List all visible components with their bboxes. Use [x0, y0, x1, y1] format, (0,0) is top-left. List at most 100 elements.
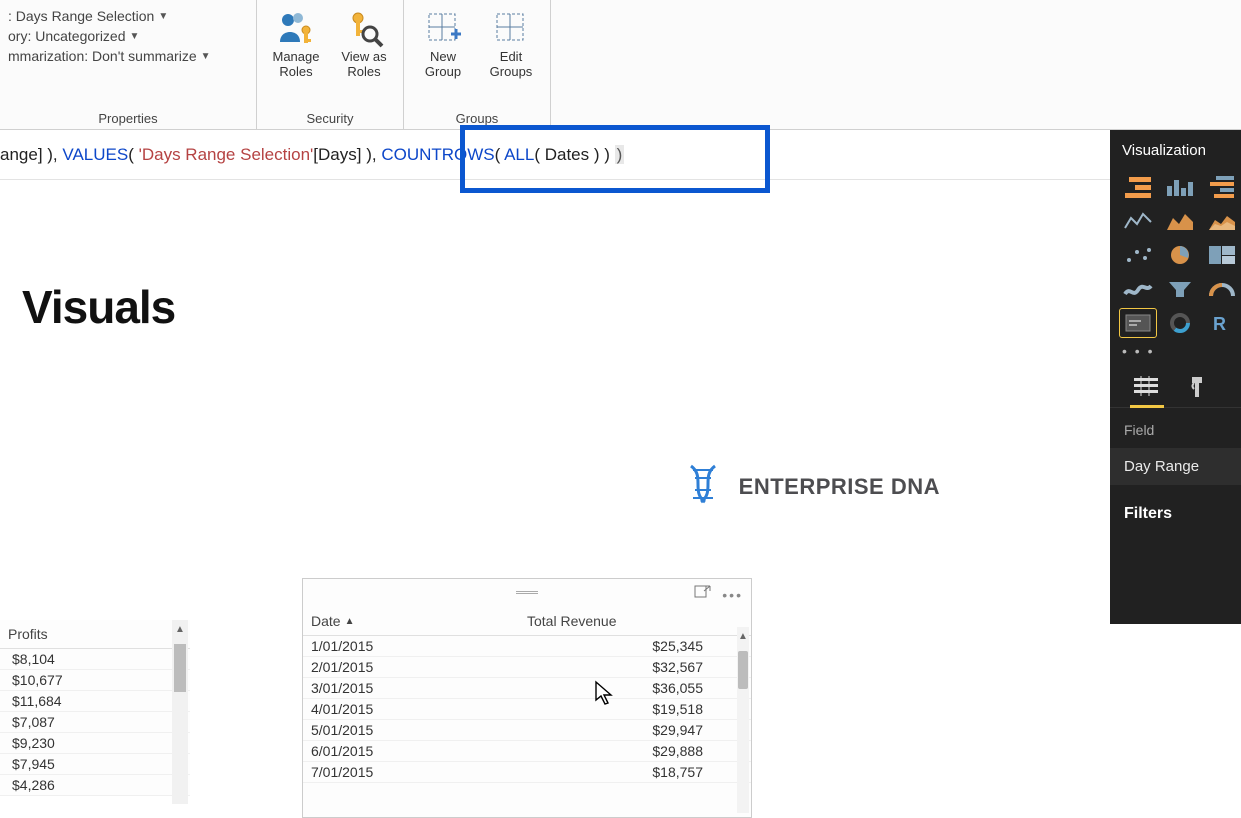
formula-text: ( Dates ) ) [534, 145, 614, 164]
cell: 2/01/2015 [311, 659, 507, 675]
page-title: Visuals [22, 280, 175, 334]
group-label-groups: Groups [456, 111, 499, 130]
formula-keyword: COUNTROWS [381, 145, 494, 164]
treemap-icon[interactable] [1204, 241, 1240, 269]
summarization-dropdown[interactable]: mmarization: Don't summarize ▼ [8, 48, 238, 64]
formula-text: [Days] ), [313, 145, 381, 164]
new-group-button[interactable]: New Group [412, 4, 474, 80]
column-header-profits[interactable]: Profits [8, 626, 182, 642]
category-dropdown[interactable]: ory: Uncategorized ▼ [8, 28, 238, 44]
chevron-down-icon: ▼ [158, 11, 168, 22]
formula-text: ( [495, 145, 504, 164]
view-as-roles-label: View as Roles [341, 50, 386, 80]
fields-tab[interactable] [1132, 375, 1162, 401]
stacked-area-icon[interactable] [1204, 207, 1240, 235]
table-row[interactable]: $4,286 [0, 775, 190, 796]
dna-icon [679, 460, 727, 513]
sort-asc-icon: ▲ [345, 616, 355, 627]
revenue-table[interactable]: ••• Date ▲ Total Revenue 1/01/2015$25,34… [302, 578, 752, 818]
card-icon[interactable] [1120, 309, 1156, 337]
focus-mode-icon[interactable] [694, 585, 712, 604]
table-row[interactable]: $10,677 [0, 670, 190, 691]
r-visual-icon[interactable]: R [1204, 309, 1240, 337]
field-section-label: Field [1110, 408, 1241, 444]
scroll-up-icon[interactable]: ▲ [738, 631, 748, 641]
line-chart-icon[interactable] [1120, 207, 1156, 235]
scroll-thumb[interactable] [738, 651, 748, 689]
funnel-icon[interactable] [1162, 275, 1198, 303]
more-visuals-button[interactable]: • • • [1110, 341, 1241, 365]
formula-literal: 'Days Range Selection' [139, 145, 314, 164]
cell: $29,888 [507, 743, 743, 759]
cell: $9,230 [8, 735, 182, 751]
cell: $4,286 [8, 777, 182, 793]
donut-icon[interactable] [1162, 309, 1198, 337]
cell: $8,104 [8, 651, 182, 667]
scroll-thumb[interactable] [174, 644, 186, 692]
drag-handle-icon[interactable] [516, 591, 538, 594]
viz-gallery: R [1110, 169, 1241, 341]
people-key-icon [276, 8, 316, 48]
profits-body: $8,104 $10,677 $11,684 $7,087 $9,230 $7,… [0, 649, 190, 796]
table-row[interactable]: 4/01/2015$19,518 [303, 699, 751, 720]
format-tab[interactable] [1184, 375, 1214, 401]
scroll-up-icon[interactable]: ▲ [175, 624, 185, 634]
report-canvas[interactable]: Visuals ENTERPRISE DNA Profits $8,104 $1… [0, 180, 1110, 624]
column-header-date[interactable]: Date ▲ [311, 613, 527, 629]
table-row[interactable]: 2/01/2015$32,567 [303, 657, 751, 678]
table-row[interactable]: $11,684 [0, 691, 190, 712]
grid-plus-icon [423, 8, 463, 48]
ribbon: : Days Range Selection ▼ ory: Uncategori… [0, 0, 1241, 130]
header-text: Date [311, 613, 341, 629]
ribbon-chart-icon[interactable] [1120, 275, 1156, 303]
table-row[interactable]: $9,230 [0, 733, 190, 754]
area-chart-icon[interactable] [1162, 207, 1198, 235]
more-options-icon[interactable]: ••• [722, 587, 743, 603]
manage-roles-button[interactable]: Manage Roles [265, 4, 327, 80]
field-well[interactable]: Day Range [1110, 448, 1241, 485]
gauge-icon[interactable] [1204, 275, 1240, 303]
clustered-bar-icon[interactable] [1204, 173, 1240, 201]
table-row[interactable]: $7,087 [0, 712, 190, 733]
category-label: ory: Uncategorized [8, 28, 126, 44]
table-row[interactable]: 7/01/2015$18,757 [303, 762, 751, 783]
logo: ENTERPRISE DNA [679, 460, 940, 513]
revenue-scrollbar[interactable]: ▲ [737, 627, 749, 813]
cell: 6/01/2015 [311, 743, 507, 759]
ribbon-group-security: Manage Roles View as Roles Security [257, 0, 404, 130]
table-row[interactable]: $8,104 [0, 649, 190, 670]
edit-groups-button[interactable]: Edit Groups [480, 4, 542, 80]
formula-text: ( [128, 145, 138, 164]
column-header-revenue[interactable]: Total Revenue [527, 613, 743, 629]
stacked-column-icon[interactable] [1162, 173, 1198, 201]
ribbon-group-groups: New Group Edit Groups Groups [404, 0, 551, 130]
field-value: Day Range [1124, 458, 1199, 475]
view-as-roles-button[interactable]: View as Roles [333, 4, 395, 80]
formula-keyword: VALUES [62, 145, 128, 164]
table-row[interactable]: 6/01/2015$29,888 [303, 741, 751, 762]
grid-icon [491, 8, 531, 48]
table-row[interactable]: $7,945 [0, 754, 190, 775]
pane-title: Visualization [1110, 130, 1241, 169]
manage-roles-label: Manage Roles [273, 50, 320, 80]
cell: $7,087 [8, 714, 182, 730]
table-label: : Days Range Selection [8, 8, 154, 24]
formula-keyword: ALL [504, 145, 534, 164]
table-row[interactable]: 5/01/2015$29,947 [303, 720, 751, 741]
formula-text: ange] ), [0, 145, 62, 164]
table-row[interactable]: 3/01/2015$36,055 [303, 678, 751, 699]
table-dropdown[interactable]: : Days Range Selection ▼ [8, 8, 238, 24]
table-row[interactable]: 1/01/2015$25,345 [303, 636, 751, 657]
cell: $7,945 [8, 756, 182, 772]
visualizations-pane: Visualization R • • • Field Day Range Fi… [1110, 130, 1241, 624]
scatter-icon[interactable] [1120, 241, 1156, 269]
key-magnify-icon [344, 8, 384, 48]
stacked-bar-icon[interactable] [1120, 173, 1156, 201]
filters-section-label: Filters [1110, 489, 1241, 527]
formula-bar[interactable]: ange] ), VALUES( 'Days Range Selection'[… [0, 130, 1241, 180]
pie-icon[interactable] [1162, 241, 1198, 269]
profits-scrollbar[interactable]: ▲ [172, 620, 188, 804]
profits-table[interactable]: Profits $8,104 $10,677 $11,684 $7,087 $9… [0, 620, 190, 796]
cell: 1/01/2015 [311, 638, 507, 654]
group-label-properties: Properties [98, 111, 157, 130]
